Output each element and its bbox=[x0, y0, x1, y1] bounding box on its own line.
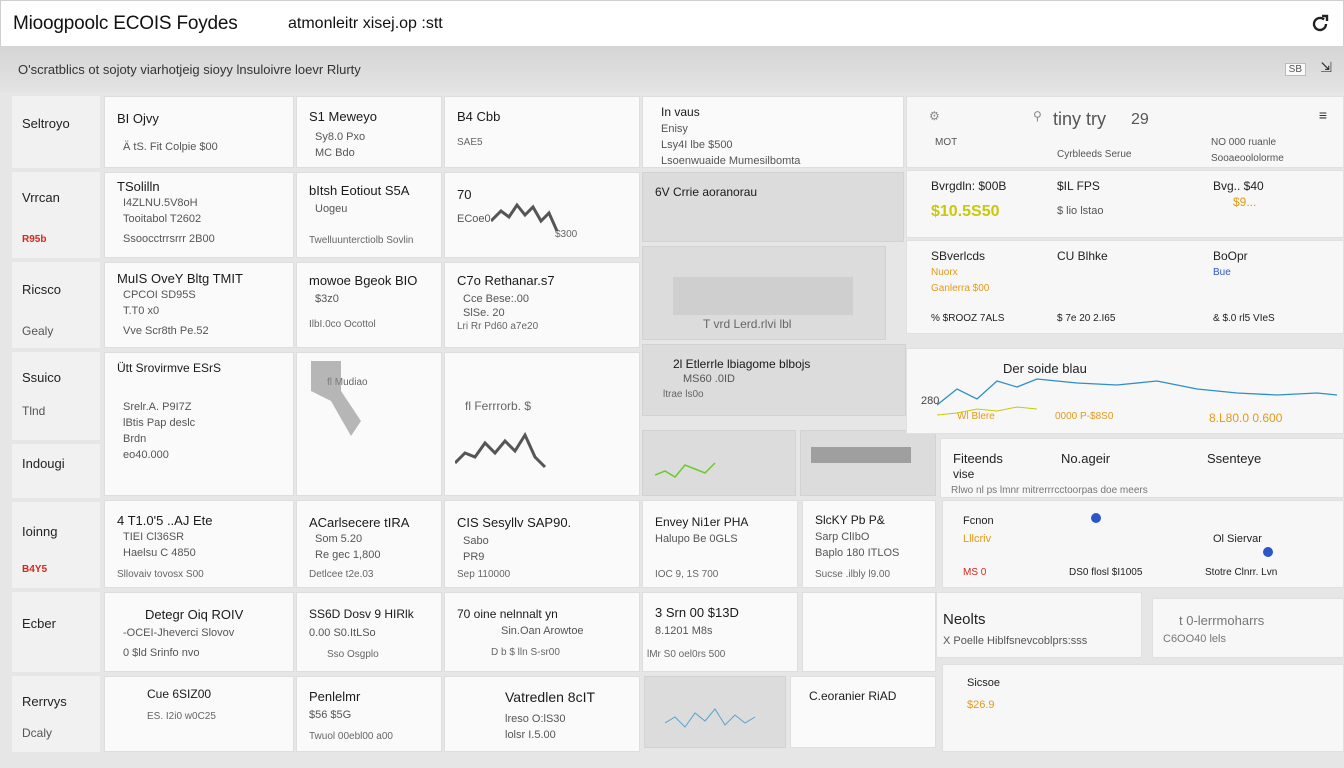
status-dot bbox=[1091, 513, 1101, 523]
card-r1c3[interactable]: B4 Cbb SAE5 bbox=[444, 96, 640, 168]
row-label-6[interactable]: Ioinng B4Y5 bbox=[12, 502, 100, 588]
bottom-chart-panel: Sicsoe $26.9 bbox=[942, 664, 1344, 752]
bar-chart-image bbox=[673, 277, 853, 315]
sparkline-image bbox=[811, 447, 911, 463]
notes-panel: Neolts X Poelle Hiblfsnevcoblprs:sss bbox=[936, 592, 1142, 658]
card-r7c5[interactable]: C.eoranier RiAD bbox=[790, 676, 936, 748]
stats-row-3: SBverlcds Nuorx Ganlerra $00 % $ROOZ 7AL… bbox=[906, 240, 1344, 334]
row-label-4[interactable]: Ssuico Tlnd bbox=[12, 352, 100, 440]
gear-icon[interactable]: ⚙ bbox=[929, 109, 940, 123]
photo-thumbnail bbox=[311, 361, 361, 436]
line-chart-image bbox=[655, 462, 716, 478]
search-icon[interactable]: ⚲ bbox=[1033, 109, 1042, 123]
card-r5c5[interactable]: SlcKY Pb P& Sarp ClIbO Baplo 180 ITLOS S… bbox=[802, 500, 936, 588]
notes-panel-b: t 0-lerrmoharrs C6OO40 lels bbox=[1152, 598, 1344, 658]
card-r6c2[interactable]: SS6D Dosv 9 HIRlk 0.00 S0.ItLSo Sso Osgp… bbox=[296, 592, 442, 672]
row-label-5[interactable]: Indougi bbox=[12, 444, 100, 498]
card-r2c1[interactable]: TSolilln I4ZLNU.5V8oH Tooitabol T2602 Ss… bbox=[104, 172, 294, 258]
line-chart-panel: Der soide blau 280 Wl Blere 0000 P-$8S0 … bbox=[906, 348, 1344, 434]
card-r5c1[interactable]: 4 T1.0'5 ..AJ Ete TIEI Cl36SR Haelsu C 4… bbox=[104, 500, 294, 588]
row-label-7[interactable]: Ecber bbox=[12, 592, 100, 672]
app-title: Mioogpoolc ECOIS Foydes bbox=[13, 13, 238, 34]
stats-row-2: Bvrgdln: $00B $10.5S50 $IL FPS $ lio lst… bbox=[906, 170, 1344, 238]
row-label-1[interactable]: Seltroyo bbox=[12, 96, 100, 168]
card-r3c1[interactable]: MuIS OveY Bltg TMIT CPCOI SD95S T.T0 x0 … bbox=[104, 262, 294, 348]
top-search-panel: ⚙ ⚲ tiny try 29 ≡ MOT Cyrbleeds Serue NO… bbox=[906, 96, 1344, 168]
search-count: 29 bbox=[1131, 111, 1149, 128]
card-r6c1[interactable]: Detegr Oiq ROIV -OCEI-Jheverci Slovov 0 … bbox=[104, 592, 294, 672]
card-r1c2[interactable]: S1 Meweyo Sy8.0 Pxo MC Bdo bbox=[296, 96, 442, 168]
card-r4c1[interactable]: Ütt Srovirmve ESrS Srelr.A. P9I7Z lBtis … bbox=[104, 352, 294, 496]
title-bar: Mioogpoolc ECOIS Foydes atmonleitr xisej… bbox=[0, 0, 1344, 46]
stats-row-6: Fcnon Lllcriv MS 0 DS0 flosl $I1005 Ol S… bbox=[942, 500, 1344, 588]
app-subtitle: atmonleitr xisej.op :stt bbox=[288, 15, 443, 32]
card-r2c3[interactable]: 70 ECoe0 $300 bbox=[444, 172, 640, 258]
header-row: Fiteends vise No.ageir Ssenteye Rlwo nl … bbox=[940, 438, 1344, 498]
card-r4c4[interactable]: 2l Etlerrle lbiagome blbojs MS60 .0ID lt… bbox=[642, 344, 906, 416]
chart-card-r7c4[interactable] bbox=[644, 676, 786, 748]
card-r7c1[interactable]: Cue 6SIZ00 ES. I2i0 w0C25 bbox=[104, 676, 294, 752]
chart-card-r4c5[interactable] bbox=[800, 430, 936, 496]
dashboard-grid: Seltroyo Vrrcan R95b Ricsco Gealy Ssuico… bbox=[0, 92, 1344, 768]
info-bar: O'scratblics ot sojoty viarhotjeig sioyy… bbox=[0, 46, 1344, 92]
row-label-3[interactable]: Ricsco Gealy bbox=[12, 262, 100, 348]
sparkline-image bbox=[491, 202, 559, 232]
card-r6c5[interactable] bbox=[802, 592, 936, 672]
card-r5c3[interactable]: CIS Sesyllv SAP90. Sabo PR9 Sep 110000 bbox=[444, 500, 640, 588]
chart-card-r4c4b[interactable] bbox=[642, 430, 796, 496]
card-r1c1[interactable]: BI Ojvy Ä tS. Fit Colpie $00 bbox=[104, 96, 294, 168]
refresh-icon[interactable] bbox=[1309, 13, 1331, 35]
line-chart-image bbox=[937, 378, 1337, 416]
chart-card-r3c4[interactable]: T vrd Lerd.rlvi lbl bbox=[642, 246, 886, 340]
card-r6c3[interactable]: 70 oine nelnnalt yn Sin.Oan Arowtoe D b … bbox=[444, 592, 640, 672]
card-r4c3[interactable]: fl Ferrrorb. $ bbox=[444, 352, 640, 496]
row-label-2[interactable]: Vrrcan R95b bbox=[12, 172, 100, 258]
card-r3c3[interactable]: C7o Rethanar.s7 Cce Bese:.00 SlSe. 20 Lr… bbox=[444, 262, 640, 348]
card-r2c2[interactable]: bItsh Eotiout S5A Uogeu Twelluunterctiol… bbox=[296, 172, 442, 258]
card-r6c4[interactable]: 3 Srn 00 $13D 8.1201 M8s lMr S0 oel0rs 5… bbox=[642, 592, 798, 672]
sparkline-image bbox=[455, 431, 547, 469]
search-text[interactable]: tiny try bbox=[1053, 109, 1106, 130]
card-r3c2[interactable]: mowoe Bgeok BIO $3z0 IlbI.0co Ocottol bbox=[296, 262, 442, 348]
status-badge: SB bbox=[1284, 63, 1306, 76]
card-r5c4[interactable]: Envey Ni1er PHA Halupo Be 0GLS IOC 9, 1S… bbox=[642, 500, 798, 588]
card-r1c4[interactable]: In vaus Enisy Lsy4I lbe $500 Lsoenwuaide… bbox=[642, 96, 904, 168]
collapse-icon[interactable]: ⇲ bbox=[1320, 59, 1332, 76]
card-r2c4[interactable]: 6V Crrie aoranorau bbox=[642, 172, 904, 242]
menu-icon[interactable]: ≡ bbox=[1319, 107, 1327, 123]
card-r5c2[interactable]: ACarlsecere tIRA Som 5.20 Re gec 1,800 D… bbox=[296, 500, 442, 588]
card-r7c3[interactable]: Vatredlen 8cIT lreso O:lS30 lolsr I.5.00 bbox=[444, 676, 640, 752]
card-r4c2[interactable]: fl Mudiao bbox=[296, 352, 442, 496]
card-r7c2[interactable]: Penlelmr $56 $5G Twuol 00ebl00 a00 bbox=[296, 676, 442, 752]
line-chart-image bbox=[665, 708, 756, 728]
status-dot bbox=[1263, 547, 1273, 557]
row-label-8[interactable]: Rerrvys Dcaly bbox=[12, 676, 100, 752]
info-text: O'scratblics ot sojoty viarhotjeig sioyy… bbox=[18, 62, 361, 77]
